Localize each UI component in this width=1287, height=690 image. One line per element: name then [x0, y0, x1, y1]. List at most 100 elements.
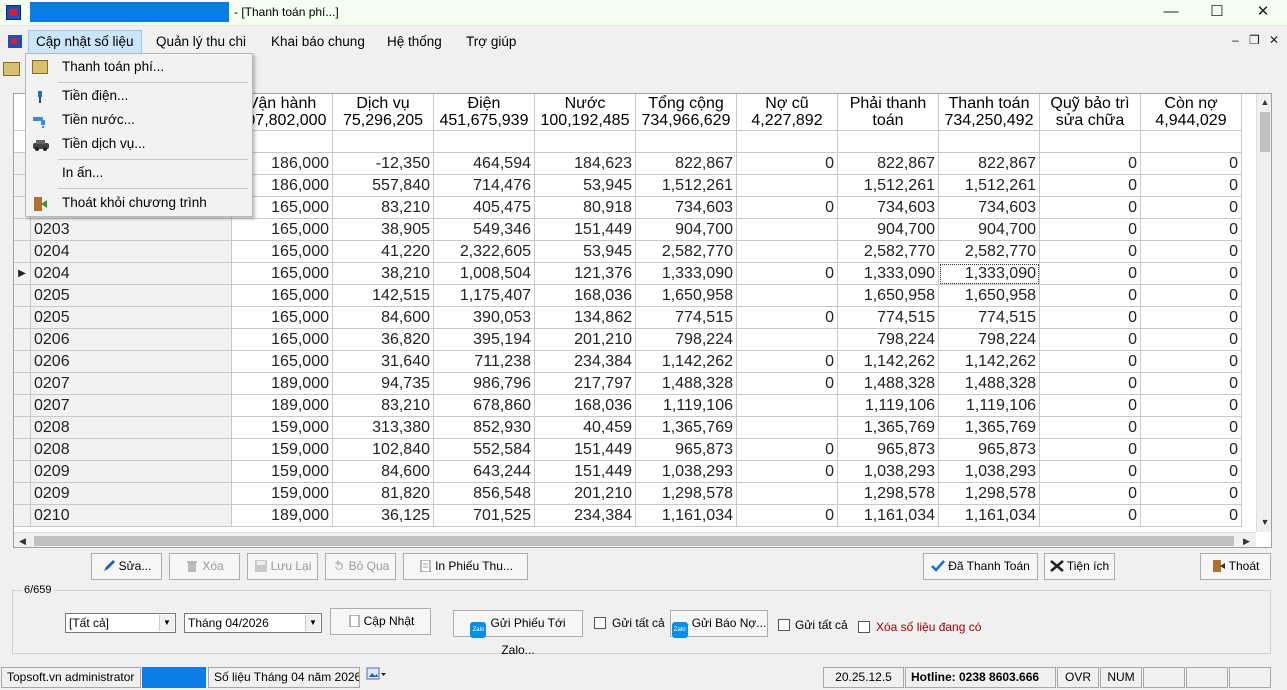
close-button[interactable]: ✕: [1240, 0, 1286, 26]
table-cell[interactable]: 38,905: [333, 219, 434, 241]
table-cell[interactable]: 0: [1141, 351, 1242, 373]
table-cell[interactable]: 405,475: [434, 197, 535, 219]
table-row[interactable]: 0209 159,000 84,600 643,244 151,449 1,038,293…: [14, 461, 1256, 483]
row-header[interactable]: [14, 241, 31, 263]
table-cell[interactable]: 0: [737, 351, 838, 373]
table-cell[interactable]: 0: [1040, 373, 1141, 395]
table-cell[interactable]: 0: [737, 461, 838, 483]
table-cell[interactable]: 165,000: [232, 351, 333, 373]
table-cell[interactable]: 856,548: [434, 483, 535, 505]
table-cell[interactable]: 2,582,770: [838, 241, 939, 263]
table-cell[interactable]: 0: [1141, 219, 1242, 241]
column-header[interactable]: Nước 100,192,485: [535, 94, 636, 131]
table-cell[interactable]: 168,036: [535, 395, 636, 417]
table-cell[interactable]: 1,650,958: [636, 285, 737, 307]
row-header[interactable]: [14, 395, 31, 417]
apartment-code-cell[interactable]: 0203: [31, 219, 232, 241]
vertical-scrollbar[interactable]: ▲ ▼: [1256, 94, 1271, 532]
table-row[interactable]: 0210 189,000 36,125 701,525 234,384 1,161,034…: [14, 505, 1256, 527]
menu-cap-nhat-so-lieu[interactable]: Cập nhật số liệu: [28, 30, 142, 54]
table-cell[interactable]: 852,930: [434, 417, 535, 439]
table-cell[interactable]: 84,600: [333, 461, 434, 483]
table-cell[interactable]: 1,175,407: [434, 285, 535, 307]
row-header[interactable]: [14, 505, 31, 527]
table-cell[interactable]: 774,515: [636, 307, 737, 329]
table-cell[interactable]: 1,038,293: [838, 461, 939, 483]
apartment-code-cell[interactable]: 0207: [31, 373, 232, 395]
table-row[interactable]: 0206 165,000 31,640 711,238 234,384 1,142,262…: [14, 351, 1256, 373]
table-cell[interactable]: 0: [1141, 241, 1242, 263]
horizontal-scrollbar[interactable]: ◀ ▶: [14, 532, 1256, 547]
table-cell[interactable]: 151,449: [535, 439, 636, 461]
print-receipt-button[interactable]: In Phiếu Thu...: [403, 553, 528, 580]
table-cell[interactable]: 83,210: [333, 197, 434, 219]
table-row[interactable]: 0209 159,000 81,820 856,548 201,210 1,298,578…: [14, 483, 1256, 505]
scroll-thumb[interactable]: [1260, 112, 1270, 152]
column-header[interactable]: Điện 451,675,939: [434, 94, 535, 131]
table-cell[interactable]: [737, 219, 838, 241]
table-cell[interactable]: 701,525: [434, 505, 535, 527]
table-row[interactable]: 0207 189,000 83,210 678,860 168,036 1,119,106…: [14, 395, 1256, 417]
table-cell[interactable]: 165,000: [232, 241, 333, 263]
table-cell[interactable]: 201,210: [535, 483, 636, 505]
row-header[interactable]: [14, 373, 31, 395]
table-cell[interactable]: 36,125: [333, 505, 434, 527]
filter-row-cell[interactable]: [1141, 131, 1242, 153]
table-cell[interactable]: 165,000: [232, 307, 333, 329]
table-cell[interactable]: 549,346: [434, 219, 535, 241]
table-cell[interactable]: 1,488,328: [636, 373, 737, 395]
table-cell[interactable]: 1,488,328: [838, 373, 939, 395]
table-row[interactable]: 0204 165,000 41,220 2,322,605 53,945 2,582,77…: [14, 241, 1256, 263]
cancel-button[interactable]: Bỏ Qua: [325, 553, 396, 580]
send-zalo-button[interactable]: Zalo Gửi Phiếu Tới Zalo...: [453, 610, 583, 657]
table-cell[interactable]: 1,142,262: [939, 351, 1040, 373]
table-cell[interactable]: 36,820: [333, 329, 434, 351]
table-cell[interactable]: 965,873: [939, 439, 1040, 461]
table-cell[interactable]: 81,820: [333, 483, 434, 505]
table-cell[interactable]: 904,700: [838, 219, 939, 241]
table-cell[interactable]: 0: [1040, 329, 1141, 351]
table-cell[interactable]: 774,515: [838, 307, 939, 329]
apartment-code-cell[interactable]: 0208: [31, 417, 232, 439]
row-header[interactable]: [14, 439, 31, 461]
table-cell[interactable]: 0: [737, 153, 838, 175]
table-cell[interactable]: 822,867: [636, 153, 737, 175]
filter-select[interactable]: [Tất cả] ▼: [65, 613, 176, 633]
table-cell[interactable]: 94,735: [333, 373, 434, 395]
table-cell[interactable]: 0: [737, 307, 838, 329]
filter-row-cell[interactable]: [636, 131, 737, 153]
table-cell[interactable]: [737, 395, 838, 417]
table-cell[interactable]: 0: [1141, 461, 1242, 483]
table-cell[interactable]: 1,333,090: [636, 263, 737, 285]
scroll-right-icon[interactable]: ▶: [1238, 533, 1255, 547]
table-cell[interactable]: 1,365,769: [636, 417, 737, 439]
table-cell[interactable]: 395,194: [434, 329, 535, 351]
row-header[interactable]: [14, 285, 31, 307]
table-cell[interactable]: 1,038,293: [939, 461, 1040, 483]
table-cell[interactable]: 0: [1040, 285, 1141, 307]
table-cell[interactable]: 1,365,769: [939, 417, 1040, 439]
table-cell[interactable]: 822,867: [939, 153, 1040, 175]
table-cell[interactable]: 53,945: [535, 175, 636, 197]
table-cell[interactable]: 0: [1040, 153, 1141, 175]
scroll-up-icon[interactable]: ▲: [1257, 94, 1271, 111]
table-cell[interactable]: 1,142,262: [838, 351, 939, 373]
table-cell[interactable]: 714,476: [434, 175, 535, 197]
send-all-checkbox-1[interactable]: [594, 617, 606, 629]
mdi-logo-icon[interactable]: [8, 35, 22, 48]
delete-button[interactable]: Xóa: [169, 553, 240, 580]
apartment-code-cell[interactable]: 0208: [31, 439, 232, 461]
mdi-minimize-button[interactable]: –: [1232, 33, 1239, 47]
table-cell[interactable]: 0: [1040, 241, 1141, 263]
table-cell[interactable]: 0: [1040, 175, 1141, 197]
table-cell[interactable]: 0: [1040, 263, 1141, 285]
table-cell[interactable]: 83,210: [333, 395, 434, 417]
apartment-code-cell[interactable]: 0205: [31, 285, 232, 307]
table-cell[interactable]: 84,600: [333, 307, 434, 329]
row-header[interactable]: [14, 351, 31, 373]
save-button[interactable]: Lưu Lại: [247, 553, 318, 580]
table-cell[interactable]: 798,224: [838, 329, 939, 351]
scroll-down-icon[interactable]: ▼: [1257, 514, 1271, 531]
table-cell[interactable]: 734,603: [939, 197, 1040, 219]
table-cell[interactable]: 0: [1040, 483, 1141, 505]
